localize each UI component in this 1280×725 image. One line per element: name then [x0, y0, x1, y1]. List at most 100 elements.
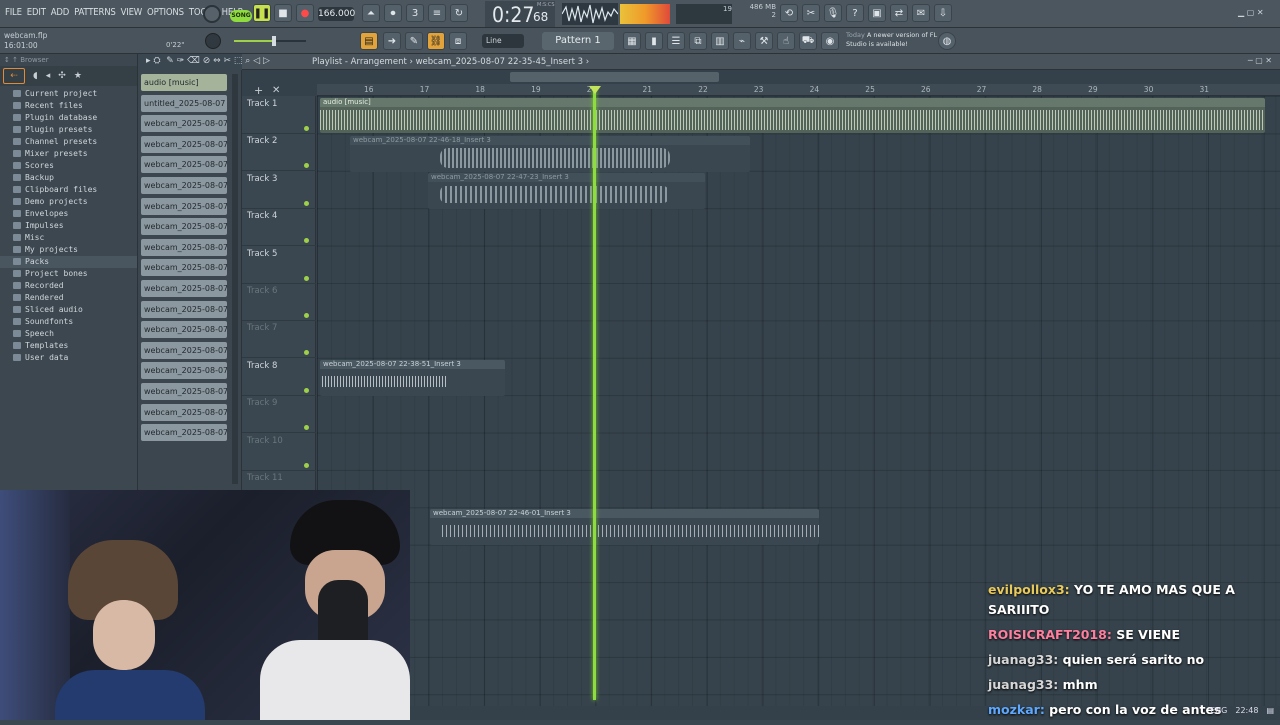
browser-item[interactable]: Sliced audio [0, 304, 137, 316]
browser-all-icon[interactable]: ⇠ [3, 68, 25, 84]
close-tracks-icon[interactable]: ✕ [272, 85, 280, 96]
picker-item[interactable]: untitled_2025-08-07 18-... [141, 94, 227, 112]
minimize-icon[interactable]: ▁ [1238, 8, 1244, 17]
stamp-icon[interactable]: ⧈ [449, 32, 467, 50]
time-display[interactable]: 0:27 68 M:S:CS [485, 1, 555, 27]
news-panel[interactable]: Today A newer version of FL Studio is av… [846, 31, 938, 51]
picker-item[interactable]: webcam_2025-08-07 18... [141, 156, 227, 174]
track-name[interactable]: Track 10 [247, 436, 283, 446]
picker-item[interactable]: webcam_2025-08-07 18... [141, 197, 227, 215]
pattern-selector[interactable]: Pattern 1 [542, 32, 614, 50]
track-mute-led[interactable] [304, 163, 309, 169]
picker-item[interactable]: webcam_2025-08-07 18... [141, 321, 227, 339]
touch-icon[interactable]: ☝ [777, 32, 795, 50]
track-mute-led[interactable] [304, 350, 309, 356]
track-name[interactable]: Track 11 [247, 473, 283, 483]
playlist-scrollbar[interactable] [510, 72, 719, 82]
channel-rack-icon[interactable]: ▦ [623, 32, 641, 50]
tools-icon[interactable]: ✂ [802, 4, 820, 22]
track-name[interactable]: Track 8 [247, 361, 277, 371]
chat-icon[interactable]: ✉ [912, 4, 930, 22]
link-icon[interactable]: ⛓ [427, 32, 445, 50]
menu-edit[interactable]: EDIT [27, 7, 46, 18]
loop-record-icon[interactable]: ↻ [450, 4, 468, 22]
track-name[interactable]: Track 4 [247, 211, 277, 221]
master-volume-slider[interactable] [234, 36, 306, 46]
browser-item[interactable]: Plugin presets [0, 124, 137, 136]
picker-item[interactable]: webcam_2025-08-07 18... [141, 135, 227, 153]
cart-icon[interactable]: ⛟ [799, 32, 817, 50]
online-icon[interactable]: ◍ [938, 32, 956, 50]
browser-item[interactable]: Recent files [0, 100, 137, 112]
browser-item[interactable]: Impulses [0, 220, 137, 232]
plug-icon[interactable]: ⌁ [733, 32, 751, 50]
browser-item[interactable]: Rendered [0, 292, 137, 304]
menu-add[interactable]: ADD [51, 7, 70, 18]
track-mute-led[interactable] [304, 126, 309, 131]
picker-item[interactable]: webcam_2025-08-07 18... [141, 115, 227, 133]
picker-item[interactable]: webcam_2025-08-07 19... [141, 424, 227, 442]
track-mute-led[interactable] [304, 387, 309, 393]
browser-item[interactable]: User data [0, 352, 137, 364]
browser-item[interactable]: Backup [0, 172, 137, 184]
wait-record-icon[interactable]: ⏺ [384, 4, 402, 22]
track-mute-led[interactable] [304, 425, 309, 431]
stop-button[interactable]: ■ [274, 4, 292, 22]
browser-item[interactable]: Current project [0, 88, 137, 100]
browser-arrow-icon[interactable]: ↕ ↑ [4, 56, 18, 64]
browser-item[interactable]: Misc [0, 232, 137, 244]
playlist-icon[interactable]: ▤ [360, 32, 378, 50]
browser-item[interactable]: Templates [0, 340, 137, 352]
close-icon[interactable]: ✕ [1257, 8, 1264, 17]
browser-item[interactable]: Project bones [0, 268, 137, 280]
picker-item[interactable]: webcam_2025-08-07 18... [141, 341, 227, 359]
browser-item[interactable]: My projects [0, 244, 137, 256]
record-overlay-icon[interactable]: ◉ [821, 32, 839, 50]
picker-item[interactable]: webcam_2025-08-07 18... [141, 218, 227, 236]
picker-item[interactable]: webcam_2025-08-07 19... [141, 403, 227, 421]
pencil-icon[interactable]: ✎ [405, 32, 423, 50]
clip-webcam-2[interactable]: webcam_2025-08-07 22-46-18_Insert 3 [350, 136, 750, 172]
track-name[interactable]: Track 5 [247, 249, 277, 259]
tempo-display[interactable]: 166.000 [318, 7, 355, 21]
wrench-icon[interactable]: ⚒ [755, 32, 773, 50]
plugin-picker-icon[interactable]: ⧉ [689, 32, 707, 50]
arrow-icon[interactable]: ➜ [383, 32, 401, 50]
picker-item[interactable]: webcam_2025-08-07 18... [141, 177, 227, 194]
clip-webcam-3[interactable]: webcam_2025-08-07 22-47-23_Insert 3 [428, 173, 705, 209]
track-mute-led[interactable] [304, 313, 309, 318]
mixer-icon[interactable]: ☰ [667, 32, 685, 50]
step-edit-icon[interactable]: ≡ [428, 4, 446, 22]
download-icon[interactable]: ⇩ [934, 4, 952, 22]
browser-star-icon[interactable]: ★ [74, 71, 82, 81]
track-name[interactable]: Track 2 [247, 136, 277, 146]
browser-item[interactable]: Packs [0, 256, 137, 268]
picker-scrollbar[interactable] [232, 74, 238, 484]
help-icon[interactable]: ? [846, 4, 864, 22]
playlist-tools[interactable]: ▸ ⛭ ✎ ✑ ⌫ ⊘ ⇔ ✂ ⬚ ⌕ ◁ ▷ [146, 56, 270, 66]
master-pitch-knob[interactable] [205, 33, 221, 49]
track-mute-led[interactable] [304, 275, 309, 281]
song-mode-toggle[interactable] [203, 5, 221, 23]
clip-webcam-lower[interactable]: webcam_2025-08-07 22-46-01_Insert 3 [430, 509, 819, 545]
menu-file[interactable]: FILE [5, 7, 22, 18]
master-volume-handle[interactable] [272, 36, 276, 46]
snap-select[interactable]: Line [482, 34, 524, 48]
piano-roll-icon[interactable]: ▮ [645, 32, 663, 50]
picker-item[interactable]: webcam_2025-08-07 19... [141, 362, 227, 380]
clip-audio-music[interactable]: audio [music] [320, 98, 1265, 133]
timeline-ruler[interactable]: 16 17 18 19 20 21 22 23 24 25 26 27 28 29 30 31 [317, 84, 1280, 96]
browser-item[interactable]: Recorded [0, 280, 137, 292]
countdown-icon[interactable]: 3 [406, 4, 424, 22]
pause-button[interactable]: ❚❚ [253, 4, 271, 22]
picker-item[interactable]: webcam_2025-08-07 19... [141, 383, 227, 400]
browser-item[interactable]: Channel presets [0, 136, 137, 148]
picker-item[interactable]: webcam_2025-08-07 18... [141, 238, 227, 256]
metronome-icon[interactable]: ⏶ [362, 4, 380, 22]
track-name[interactable]: Track 6 [247, 286, 277, 296]
picker-item[interactable]: webcam_2025-08-07 18... [141, 280, 227, 297]
sync-icon[interactable]: ⇄ [890, 4, 908, 22]
browser-item[interactable]: Scores [0, 160, 137, 172]
menu-patterns[interactable]: PATTERNS [74, 7, 116, 18]
notification-icon[interactable]: ▤ [1266, 706, 1274, 715]
